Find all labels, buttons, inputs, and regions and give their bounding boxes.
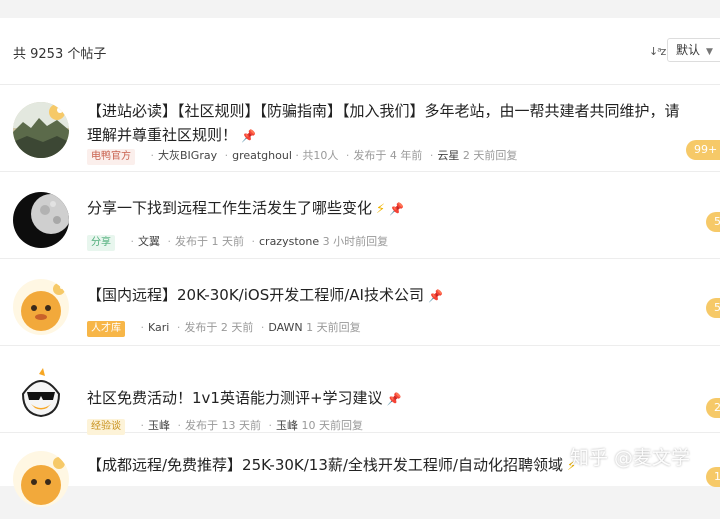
replier-link[interactable]: DAWN bbox=[268, 321, 302, 334]
chevron-down-icon: ▼ bbox=[706, 47, 713, 57]
avatar[interactable] bbox=[13, 279, 69, 335]
posted-time: 发布于 1 天前 bbox=[175, 235, 244, 248]
reply-count-badge: 5 bbox=[706, 212, 720, 232]
reply-time: 2 天前回复 bbox=[462, 149, 518, 162]
topic-meta: 电鸭官方 · 大灰BIGray · greatghoul · 共10人 · 发布于 4… bbox=[87, 147, 517, 165]
topic-title[interactable]: 【国内远程】20K-30K/iOS开发工程师/AI技术公司 📌 bbox=[87, 283, 687, 308]
author-link[interactable]: 文翼 bbox=[138, 235, 160, 248]
coauthor-count: · 共10人 bbox=[295, 149, 339, 162]
topic-meta: 分享 · 文翼 · 发布于 1 天前 · crazystone 3 小时前回复 bbox=[87, 233, 388, 251]
avatar[interactable] bbox=[13, 451, 69, 507]
topic-title[interactable]: 【进站必读】【社区规则】【防骗指南】【加入我们】多年老站，由一帮共建者共同维护，… bbox=[87, 99, 687, 148]
list-header: 共 9253 个帖子 ↓ᵃz 默认 ▼ bbox=[0, 18, 720, 85]
sort-select[interactable]: 默认 ▼ bbox=[667, 38, 720, 62]
reply-count-badge: 2 bbox=[706, 398, 720, 418]
replier-link[interactable]: 云星 bbox=[437, 149, 459, 162]
avatar[interactable] bbox=[13, 364, 69, 420]
author-link[interactable]: Kari bbox=[148, 321, 169, 334]
sort-az-icon[interactable]: ↓ᵃz bbox=[649, 45, 666, 58]
posted-time: 发布于 2 天前 bbox=[184, 321, 254, 334]
reply-count-badge: 99+ bbox=[686, 140, 720, 160]
replier-link[interactable]: crazystone bbox=[259, 235, 319, 248]
topic-tag[interactable]: 人才库 bbox=[87, 321, 125, 337]
topic-tag[interactable]: 分享 bbox=[87, 235, 115, 251]
sort-select-value: 默认 bbox=[676, 43, 701, 57]
topic-row[interactable]: 分享一下找到远程工作生活发生了哪些变化 ⚡ 📌 分享 · 文翼 · 发布于 1 天前 ·… bbox=[0, 172, 720, 259]
reply-count-badge: 5 bbox=[706, 298, 720, 318]
reply-time: 10 天前回复 bbox=[301, 419, 364, 432]
posted-time: 发布于 4 年前 bbox=[353, 149, 423, 162]
replier-link[interactable]: 玉峰 bbox=[276, 419, 298, 432]
author-link[interactable]: 大灰BIGray bbox=[158, 149, 217, 162]
avatar[interactable] bbox=[13, 102, 69, 158]
reply-count-badge: 12 bbox=[706, 467, 720, 487]
watermark: 知乎 @麦文学 bbox=[570, 447, 691, 469]
topic-total-count: 共 9253 个帖子 bbox=[13, 47, 107, 62]
bolt-icon: ⚡ bbox=[376, 202, 386, 217]
reply-time: 3 小时前回复 bbox=[322, 235, 389, 248]
reply-time: 1 天前回复 bbox=[306, 321, 361, 334]
author-link[interactable]: 玉峰 bbox=[148, 419, 170, 432]
topic-tag[interactable]: 电鸭官方 bbox=[87, 149, 135, 165]
pin-icon: 📌 bbox=[427, 289, 443, 303]
topic-meta: 人才库 · Kari · 发布于 2 天前 · DAWN 1 天前回复 bbox=[87, 319, 361, 337]
coauthor-link[interactable]: greatghoul bbox=[232, 149, 292, 162]
avatar[interactable] bbox=[13, 192, 69, 248]
topic-title[interactable]: 社区免费活动！1v1英语能力测评+学习建议 📌 bbox=[87, 386, 687, 411]
posted-time: 发布于 13 天前 bbox=[185, 419, 261, 432]
topic-list-panel: 共 9253 个帖子 ↓ᵃz 默认 ▼ 【进站必读】【社区规则】【防骗指南】【加入… bbox=[0, 18, 720, 507]
topic-row[interactable]: 【进站必读】【社区规则】【防骗指南】【加入我们】多年老站，由一帮共建者共同维护，… bbox=[0, 85, 720, 172]
pin-icon: 📌 bbox=[386, 392, 402, 406]
pin-icon: 📌 bbox=[389, 202, 405, 216]
pin-icon: 📌 bbox=[241, 129, 256, 143]
topic-title[interactable]: 分享一下找到远程工作生活发生了哪些变化 ⚡ 📌 bbox=[87, 196, 687, 222]
topic-row[interactable]: 社区免费活动！1v1英语能力测评+学习建议 📌 经验谈 · 玉峰 · 发布于 13 天… bbox=[0, 346, 720, 435]
topic-row[interactable]: 【国内远程】20K-30K/iOS开发工程师/AI技术公司 📌 人才库 · Kari… bbox=[0, 259, 720, 346]
